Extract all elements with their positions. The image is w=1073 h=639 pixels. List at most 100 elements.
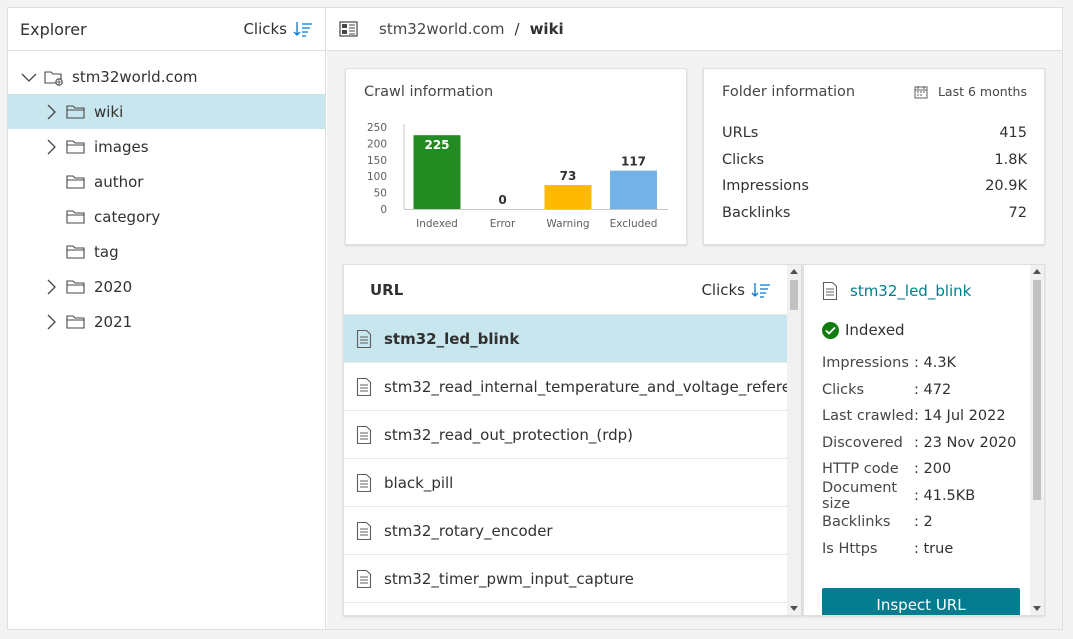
- tree-item-images[interactable]: images: [8, 129, 325, 164]
- folder-info-label: URLs: [722, 125, 759, 142]
- explorer-header: Explorer Clicks: [8, 8, 325, 51]
- folder-info-list: URLs 415 Clicks 1.8K Impressions 20.9K Back…: [722, 120, 1027, 226]
- document-icon: [356, 377, 372, 397]
- check-circle-icon: [822, 321, 839, 339]
- document-icon: [356, 473, 372, 493]
- app-window: Explorer Clicks stm32world.com wiki imag…: [7, 7, 1063, 630]
- detail-value: : 23 Nov 2020: [914, 434, 1017, 451]
- detail-scrollbar[interactable]: [1030, 265, 1044, 615]
- y-tick-label: 150: [367, 155, 387, 167]
- chevron-right-icon[interactable]: [42, 103, 60, 121]
- url-item-label: black_pill: [384, 473, 454, 492]
- date-range-selector[interactable]: Last 6 months: [914, 84, 1027, 99]
- detail-row: HTTP code: 200: [822, 456, 1032, 483]
- tree-item-label: images: [94, 137, 149, 156]
- detail-key: Document size: [822, 479, 898, 512]
- breadcrumb: stm32world.com / wiki: [327, 8, 1062, 51]
- folder-tree: stm32world.com wiki images author catego…: [8, 51, 325, 339]
- url-item-label: stm32_led_blink: [384, 329, 520, 348]
- folder-info-label: Impressions: [722, 178, 809, 195]
- folder-info-row: Clicks 1.8K: [722, 147, 1027, 174]
- breadcrumb-current: wiki: [529, 20, 564, 38]
- url-list-item[interactable]: stm32_timer_pwm_input_capture: [344, 555, 787, 603]
- inspect-url-button[interactable]: Inspect URL: [822, 588, 1020, 615]
- tree-item-author[interactable]: author: [8, 164, 325, 199]
- sort-descending-icon[interactable]: [293, 20, 313, 38]
- scroll-down-arrow-icon[interactable]: [1033, 606, 1041, 611]
- folder-info-label: Clicks: [722, 151, 765, 168]
- detail-row: Backlinks: 2: [822, 509, 1032, 536]
- detail-row: Impressions: 4.3K: [822, 350, 1032, 377]
- folder-icon: [66, 279, 86, 295]
- explorer-sort-label[interactable]: Clicks: [243, 20, 287, 38]
- scroll-down-arrow-icon[interactable]: [790, 606, 798, 611]
- url-list-scrollbar[interactable]: [787, 265, 801, 615]
- detail-key: Is Https: [822, 540, 878, 557]
- tree-item-wiki[interactable]: wiki: [8, 94, 325, 129]
- detail-row: Last crawled: 14 Jul 2022: [822, 403, 1032, 430]
- url-list-item[interactable]: stm32_led_blink: [344, 315, 787, 363]
- folder-info-row: Impressions 20.9K: [722, 173, 1027, 200]
- tree-item-label: tag: [94, 242, 119, 261]
- tree-item-site[interactable]: stm32world.com: [8, 59, 325, 94]
- tree-item-label: stm32world.com: [72, 67, 198, 86]
- site-structure-icon: [339, 20, 359, 38]
- data-label-indexed: 225: [424, 138, 449, 152]
- url-list-item[interactable]: stm32_rotary_encoder: [344, 507, 787, 555]
- tree-item-2021[interactable]: 2021: [8, 304, 325, 339]
- folder-info-title: Folder information: [722, 84, 856, 100]
- tree-item-tag[interactable]: tag: [8, 234, 325, 269]
- chevron-right-icon[interactable]: [42, 313, 60, 331]
- url-list-item[interactable]: stm32_read_internal_temperature_and_volt…: [344, 363, 801, 411]
- url-detail-panel: stm32_led_blink Indexed Impressions: 4.3…: [803, 264, 1045, 616]
- detail-properties: Impressions: 4.3K Clicks: 472 Last crawl…: [822, 350, 1032, 562]
- tree-item-category[interactable]: category: [8, 199, 325, 234]
- chevron-down-icon[interactable]: [20, 68, 38, 86]
- detail-key: Discovered: [822, 434, 903, 451]
- document-icon: [356, 569, 372, 589]
- url-list-panel: URL Clicks stm32_led_blink stm32_read_in…: [343, 264, 802, 616]
- url-sort-label[interactable]: Clicks: [701, 281, 745, 299]
- url-column-header[interactable]: URL: [370, 281, 701, 299]
- url-list-item[interactable]: stm32_read_out_protection_(rdp): [344, 411, 787, 459]
- breadcrumb-root[interactable]: stm32world.com: [379, 20, 505, 38]
- sort-descending-icon[interactable]: [751, 281, 771, 299]
- detail-link-row: stm32_led_blink: [822, 281, 971, 301]
- url-item-label: stm32_read_out_protection_(rdp): [384, 425, 634, 444]
- chevron-right-icon[interactable]: [42, 278, 60, 296]
- detail-value: : 472: [914, 381, 952, 398]
- url-list: stm32_led_blink stm32_read_internal_temp…: [344, 315, 801, 603]
- folder-info-card: Folder information Last 6 months URLs 415…: [703, 68, 1045, 245]
- scroll-thumb[interactable]: [1033, 280, 1041, 500]
- tree-item-label: 2020: [94, 277, 133, 296]
- tree-item-2020[interactable]: 2020: [8, 269, 325, 304]
- folder-info-row: Backlinks 72: [722, 200, 1027, 227]
- chevron-right-icon[interactable]: [42, 138, 60, 156]
- tree-item-label: wiki: [94, 102, 124, 121]
- document-icon: [356, 521, 372, 541]
- explorer-title: Explorer: [20, 19, 87, 39]
- scroll-thumb[interactable]: [790, 280, 798, 310]
- folder-info-value: 20.9K: [985, 178, 1027, 195]
- tree-item-label: 2021: [94, 312, 133, 331]
- document-icon: [356, 425, 372, 445]
- scroll-up-arrow-icon[interactable]: [1033, 269, 1041, 274]
- detail-value: : 200: [914, 461, 952, 478]
- url-list-item[interactable]: black_pill: [344, 459, 787, 507]
- bar-excluded: [610, 170, 657, 209]
- scroll-up-arrow-icon[interactable]: [790, 269, 798, 274]
- date-range-label: Last 6 months: [937, 84, 1027, 99]
- folder-icon: [66, 244, 86, 260]
- detail-value: : 2: [914, 514, 933, 531]
- detail-url-link[interactable]: stm32_led_blink: [850, 282, 971, 300]
- data-label-error: 0: [498, 193, 506, 207]
- document-icon: [356, 329, 372, 349]
- tree-item-label: category: [94, 207, 161, 226]
- detail-key: Last crawled: [822, 408, 914, 425]
- index-status-label: Indexed: [845, 321, 905, 339]
- crawl-info-card: Crawl information 250 200 150 100 50 0 225 Inde…: [345, 68, 687, 245]
- main-pane: stm32world.com / wiki Crawl information …: [327, 8, 1062, 629]
- folder-info-value: 72: [1008, 204, 1027, 221]
- crawl-chart: 250 200 150 100 50 0 225 Indexed 0 Error 73 Warning…: [367, 122, 668, 230]
- url-list-header: URL Clicks: [344, 265, 801, 315]
